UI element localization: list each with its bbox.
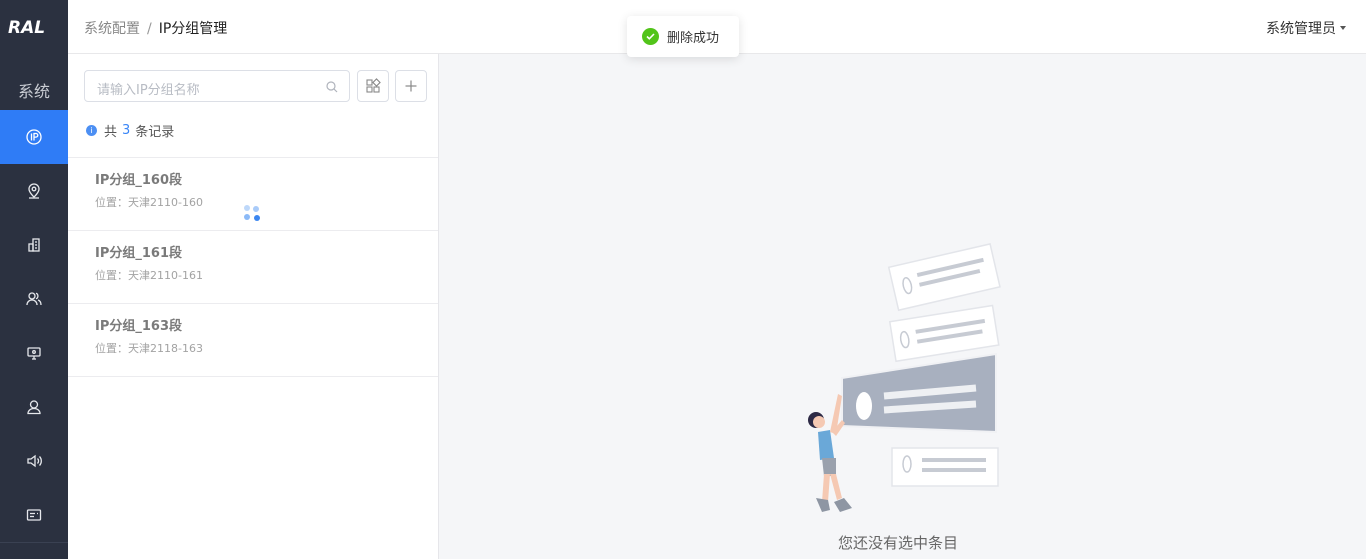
list-item[interactable]: IP分组_163段 位置：天津2118-163 [68,304,438,377]
count-value: 3 [122,123,131,138]
empty-state-illustration [808,243,1001,512]
breadcrumb-parent[interactable]: 系统配置 [84,21,140,37]
loading-spinner-icon [244,205,264,225]
search-placeholder: 请输入IP分组名称 [97,83,200,98]
rail-divider [0,542,68,543]
group-name: IP分组_161段 [95,246,183,261]
building-icon [28,238,40,252]
user-menu[interactable]: 系统管理员 [1266,18,1346,38]
group-name: IP分组_160段 [95,173,183,188]
location-pin-icon [28,183,40,199]
count-prefix: 共 [104,125,118,140]
nav-item-device[interactable] [0,326,68,380]
record-count: i 共 3 条记录 [86,121,174,140]
nav-item-idcard[interactable] [0,488,68,542]
nav-item-user[interactable] [0,380,68,434]
search-icon[interactable] [325,80,339,94]
nav-item-building[interactable] [0,218,68,272]
brand-logo: RAL [8,18,45,38]
nav-item-location[interactable] [0,164,68,218]
nav-item-speaker[interactable] [0,434,68,488]
id-card-icon [26,509,42,521]
success-check-icon [642,28,659,45]
search-input[interactable]: 请输入IP分组名称 [84,70,350,102]
group-name: IP分组_163段 [95,319,183,334]
nav-item-users[interactable] [0,272,68,326]
user-icon [27,400,41,415]
group-list-panel: 请输入IP分组名称 i 共 3 条记录 IP分组_160段 位置：天津2110-… [68,54,439,559]
empty-state-text: 您还没有选中条目 [837,534,958,552]
info-icon: i [86,125,97,136]
breadcrumb-current: IP分组管理 [158,21,228,37]
breadcrumb-separator: / [147,21,152,37]
group-location: 位置：天津2110-160 [95,196,203,209]
add-group-button[interactable] [395,70,427,102]
plus-icon [405,80,417,92]
toast-notification: 删除成功 [627,16,739,57]
speaker-icon [27,454,42,468]
toast-message: 删除成功 [667,31,720,46]
side-nav: RAL 系统 [0,0,68,559]
group-location: 位置：天津2118-163 [95,342,203,355]
group-list: IP分组_160段 位置：天津2110-160 IP分组_161段 位置：天津2… [68,157,438,377]
caret-down-icon [1340,26,1346,30]
grid-icon [366,78,381,93]
users-icon [26,292,42,306]
group-location: 位置：天津2110-161 [95,269,203,282]
device-monitor-icon [27,347,41,360]
nav-section-label: 系统 [17,82,50,101]
svg-text:RAL: RAL [8,18,45,38]
nav-item-ip[interactable] [0,110,68,164]
ip-icon [26,129,42,145]
count-suffix: 条记录 [135,125,175,140]
grid-view-button[interactable] [357,70,389,102]
breadcrumb: 系统配置 / IP分组管理 [84,18,227,38]
list-item[interactable]: IP分组_161段 位置：天津2110-161 [68,231,438,304]
user-name: 系统管理员 [1266,21,1336,37]
